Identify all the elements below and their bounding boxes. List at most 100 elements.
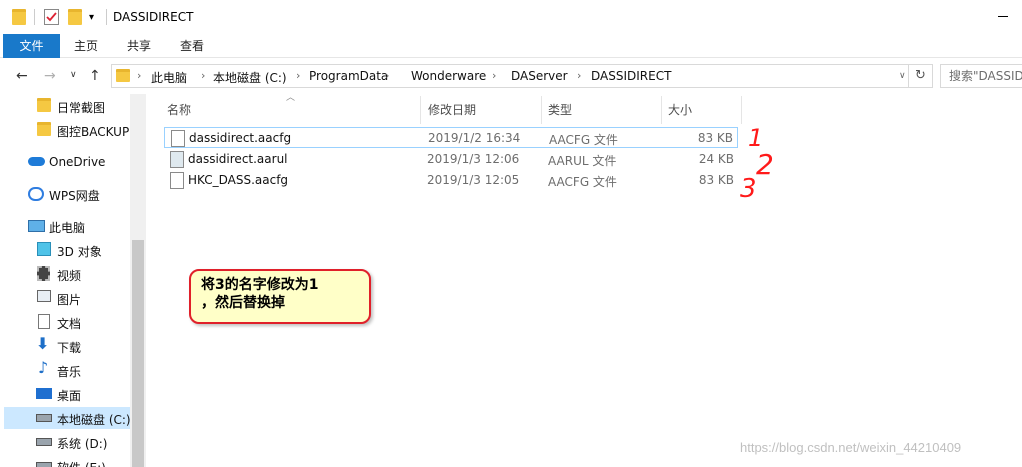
- tab-home[interactable]: 主页: [66, 34, 106, 58]
- drive-icon: [36, 414, 52, 422]
- column-header-date[interactable]: 修改日期: [428, 101, 476, 125]
- folder-icon: [116, 69, 130, 82]
- up-arrow-icon[interactable]: ↑: [89, 68, 101, 84]
- wps-cloud-icon: [28, 187, 44, 201]
- address-row: ← → ∨ ↑ › 此电脑 › 本地磁盘 (C:) › ProgramData …: [0, 58, 1022, 94]
- breadcrumb-this-pc[interactable]: 此电脑: [151, 69, 187, 86]
- folder-icon: [12, 9, 26, 25]
- chevron-right-icon: ›: [201, 69, 206, 82]
- minimize-icon[interactable]: [998, 16, 1008, 17]
- nav-item-local-disk-c[interactable]: 本地磁盘 (C:): [4, 407, 131, 429]
- nav-item-software-e[interactable]: 软件 (E:): [4, 455, 130, 467]
- document-icon: [38, 314, 50, 329]
- music-icon: ♪: [38, 358, 49, 377]
- chevron-right-icon: ›: [385, 69, 390, 82]
- column-header-name[interactable]: 名称: [167, 101, 191, 125]
- nav-item-videos[interactable]: 视频: [4, 263, 130, 285]
- navigation-pane: 日常截图 图控BACKUP OneDrive WPS网盘 此电脑 3D 对象 视…: [0, 94, 146, 467]
- file-type: AARUL 文件: [548, 154, 617, 168]
- breadcrumb-wonderware[interactable]: Wonderware: [411, 69, 486, 83]
- file-icon: [170, 172, 184, 189]
- customize-quick-access-icon[interactable]: ▾: [89, 12, 94, 28]
- computer-icon: [28, 220, 45, 232]
- handwritten-mark-3: 3: [740, 174, 757, 204]
- nav-item-this-pc[interactable]: 此电脑: [4, 215, 130, 237]
- instruction-callout: 将3的名字修改为1 ，然后替换掉: [189, 269, 371, 324]
- file-row[interactable]: HKC_DASS.aacfg 2019/1/3 12:05 AACFG 文件 8…: [164, 170, 738, 191]
- nav-item-backup[interactable]: 图控BACKUP: [4, 119, 130, 141]
- properties-icon[interactable]: [44, 9, 59, 25]
- nav-item-desktop[interactable]: 桌面: [4, 383, 130, 405]
- file-size: 83 KB: [698, 173, 734, 187]
- column-header-type[interactable]: 类型: [548, 101, 572, 125]
- chevron-right-icon: ›: [492, 69, 497, 82]
- file-icon: [170, 151, 184, 168]
- title-bar: ▾ DASSIDIRECT: [0, 0, 1022, 34]
- drive-icon: [36, 462, 52, 467]
- callout-line-1: 将3的名字修改为1: [201, 277, 319, 293]
- file-date: 2019/1/3 12:05: [427, 173, 520, 187]
- nav-scrollbar-thumb[interactable]: [132, 240, 144, 467]
- breadcrumb-local-disk[interactable]: 本地磁盘 (C:): [213, 69, 287, 86]
- nav-item-downloads[interactable]: ⬇ 下载: [4, 335, 130, 357]
- file-icon: [171, 130, 185, 147]
- chevron-right-icon: ›: [137, 69, 142, 82]
- new-folder-icon[interactable]: [68, 9, 82, 25]
- desktop-icon: [36, 388, 52, 399]
- chevron-right-icon: ›: [577, 69, 582, 82]
- sort-ascending-icon: ︿: [286, 93, 296, 103]
- download-icon: ⬇: [36, 334, 50, 353]
- divider: [34, 9, 35, 25]
- tab-view[interactable]: 查看: [171, 34, 213, 58]
- column-divider[interactable]: [420, 96, 421, 124]
- column-divider[interactable]: [541, 96, 542, 124]
- drive-icon: [36, 438, 52, 446]
- picture-icon: [37, 290, 51, 302]
- window-title: DASSIDIRECT: [113, 10, 194, 24]
- file-size: 24 KB: [698, 152, 734, 166]
- file-row[interactable]: dassidirect.aarul 2019/1/3 12:06 AARUL 文…: [164, 149, 738, 170]
- breadcrumb-programdata[interactable]: ProgramData: [309, 69, 388, 83]
- folder-icon: [37, 122, 51, 136]
- callout-line-2: ，然后替换掉: [201, 295, 285, 311]
- handwritten-mark-2: 2: [756, 148, 774, 181]
- tab-file[interactable]: 文件: [3, 34, 60, 58]
- column-header-size[interactable]: 大小: [668, 101, 692, 125]
- forward-arrow-icon[interactable]: →: [44, 68, 56, 84]
- nav-item-wps-cloud[interactable]: WPS网盘: [4, 183, 130, 205]
- file-name: HKC_DASS.aacfg: [188, 173, 289, 187]
- file-size: 83 KB: [697, 131, 733, 145]
- ribbon-tabs: 文件 主页 共享 查看: [0, 34, 1022, 58]
- divider: [106, 9, 107, 25]
- refresh-icon[interactable]: ↻: [909, 64, 933, 88]
- file-name: dassidirect.aacfg: [189, 131, 292, 145]
- address-bar[interactable]: › 此电脑 › 本地磁盘 (C:) › ProgramData › Wonder…: [111, 64, 909, 88]
- nav-item-onedrive[interactable]: OneDrive: [4, 151, 130, 173]
- file-row[interactable]: dassidirect.aacfg 2019/1/2 16:34 AACFG 文…: [164, 127, 738, 148]
- cube-icon: [37, 242, 51, 256]
- back-arrow-icon[interactable]: ←: [16, 68, 28, 84]
- breadcrumb-daserver[interactable]: DAServer: [511, 69, 568, 83]
- nav-item-documents[interactable]: 文档: [4, 311, 130, 333]
- nav-item-daily-screenshots[interactable]: 日常截图: [4, 95, 130, 117]
- file-type: AACFG 文件: [549, 133, 618, 147]
- column-divider[interactable]: [741, 96, 742, 124]
- nav-item-music[interactable]: ♪ 音乐: [4, 359, 130, 381]
- nav-item-system-d[interactable]: 系统 (D:): [4, 431, 130, 453]
- search-input[interactable]: 搜索"DASSIDI: [940, 64, 1022, 88]
- tab-share[interactable]: 共享: [118, 34, 160, 58]
- cloud-icon: [28, 157, 45, 166]
- file-type: AACFG 文件: [548, 175, 617, 189]
- chevron-right-icon: ›: [296, 69, 301, 82]
- nav-item-pictures[interactable]: 图片: [4, 287, 130, 309]
- video-icon: [37, 266, 50, 281]
- breadcrumb-dassidirect[interactable]: DASSIDIRECT: [591, 69, 671, 83]
- watermark: https://blog.csdn.net/weixin_44210409: [740, 440, 962, 455]
- address-dropdown-icon[interactable]: ∨: [899, 71, 906, 81]
- file-date: 2019/1/2 16:34: [428, 131, 521, 145]
- nav-item-3d-objects[interactable]: 3D 对象: [4, 239, 130, 261]
- recent-locations-chevron-icon[interactable]: ∨: [70, 70, 77, 80]
- file-name: dassidirect.aarul: [188, 152, 288, 166]
- column-divider[interactable]: [661, 96, 662, 124]
- folder-icon: [37, 98, 51, 112]
